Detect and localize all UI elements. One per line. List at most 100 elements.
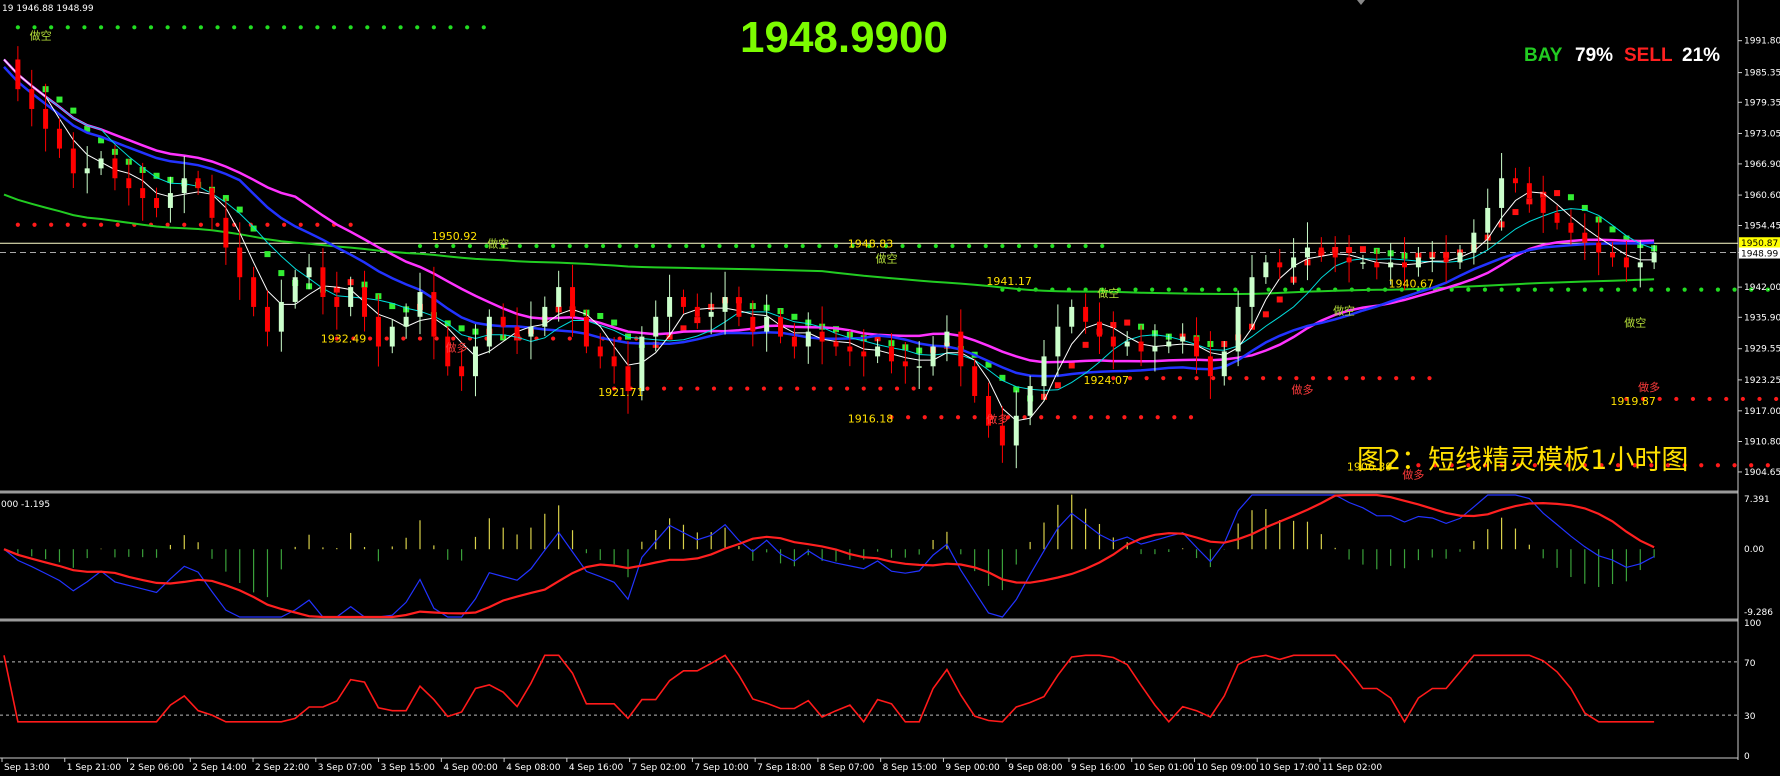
candle-bear [791,336,797,347]
price-axis: 1991.80 1985.35 1979.35 1973.05 1966.90 1960.… [1738,37,1780,478]
osc-signal-line [3,493,1655,619]
candle-bull [1263,262,1269,278]
support-dot [1724,396,1729,402]
resistance-dot [481,25,486,30]
support-dot [315,222,320,227]
support-dot [728,386,733,391]
support-dot [198,222,204,227]
price-annotation: 做空 [30,29,52,43]
candle-bull [542,306,548,327]
price-panel [0,0,1739,760]
support-dot [384,336,389,341]
candle-bull [417,292,423,317]
x-tick-label: 3 Sep 15:00 [381,763,436,773]
resistance-dot [800,243,805,249]
candle-bull [1166,341,1172,347]
resistance-dot [182,25,187,30]
resistance-dot [1066,243,1072,249]
candle-bull [1069,306,1075,327]
support-dot [811,386,816,391]
support-dot [49,222,54,227]
price-chart[interactable]: 1950.921948.831941.171940.671966.381932.… [0,0,1780,776]
candle-bull [472,346,478,377]
resistance-dot [1133,287,1138,292]
resistance-dot [365,25,370,30]
ribbon-down [1567,194,1574,201]
resistance-dot [1216,287,1221,292]
osc-fast-line [3,494,1655,618]
sell-label: SELL [1624,45,1673,66]
support-dot [348,222,353,227]
support-dot [1089,415,1094,420]
ribbon-up [1082,341,1089,348]
resistance-dot [132,25,137,30]
candle-bear [1346,257,1352,263]
resistance-dot [398,25,403,30]
resistance-dot [1233,287,1238,292]
scroll-marker-icon[interactable] [1357,0,1365,5]
buy-label: BAY [1524,45,1563,66]
y-tick-label: 1910.80 [1744,438,1780,448]
x-tick-label: 9 Sep 16:00 [1071,763,1126,773]
resistance-dot [282,25,287,30]
candle-bear [847,346,853,352]
resistance-dot [517,243,522,249]
candle-bull [1485,207,1491,233]
y-tick-label: 1954.45 [1744,222,1780,232]
resistance-dot [1599,287,1604,292]
candle-bear [1623,257,1629,268]
resistance-dot [917,243,922,249]
price-annotation: 1919.87 [1610,395,1656,408]
candle-bull [1235,306,1241,352]
candle-bear [1277,262,1283,268]
resistance-dot [1699,287,1704,292]
candle-bear [1554,212,1560,223]
resistance-dot [900,243,905,249]
resistance-dot [417,243,423,249]
support-dot [1227,376,1232,381]
resistance-dot [1715,287,1721,292]
ma-magenta-line [3,58,1655,364]
candle-bear [1138,341,1144,352]
resistance-dot [634,243,639,249]
support-dot [1277,376,1282,381]
resistance-dot [298,25,303,30]
y-tick-label: 1923.25 [1744,376,1780,386]
candle-bull [556,287,562,307]
candle-bear [264,306,270,332]
candle-bull [930,346,936,367]
support-dot [282,222,287,227]
candle-bull [1415,257,1421,268]
candle-bear [999,425,1005,446]
candle-bear [680,297,686,307]
support-dot [1055,415,1060,420]
resistance-dot [198,25,204,30]
candle-bear [237,247,243,278]
support-dot [1765,463,1770,468]
candle-bear [861,351,867,357]
support-dot [1377,376,1382,381]
y-tick-label: 1991.80 [1744,37,1780,47]
y-tick-label: 1929.55 [1744,345,1780,355]
candle-bear [500,316,506,327]
candle-bear [694,306,700,317]
support-dot [911,386,916,391]
candle-bull [916,366,922,368]
support-dot [1410,376,1415,381]
support-dot [32,222,37,227]
candle-bull [528,326,534,337]
price-annotation: 1924.07 [1083,374,1129,387]
candle-bull [1124,341,1130,347]
macd-readout: 000 -1.195 [1,500,50,510]
resistance-dot [1499,287,1504,292]
resistance-dot [82,25,87,30]
support-dot [98,222,104,227]
resistance-dot [265,25,270,30]
support-dot [711,386,717,391]
osc-tick-label: 7.391 [1744,495,1770,505]
candle-bull [1499,178,1505,208]
candle-bear [29,89,35,109]
resistance-dot [1615,287,1621,292]
support-dot [861,386,866,391]
candle-bull [639,336,645,392]
